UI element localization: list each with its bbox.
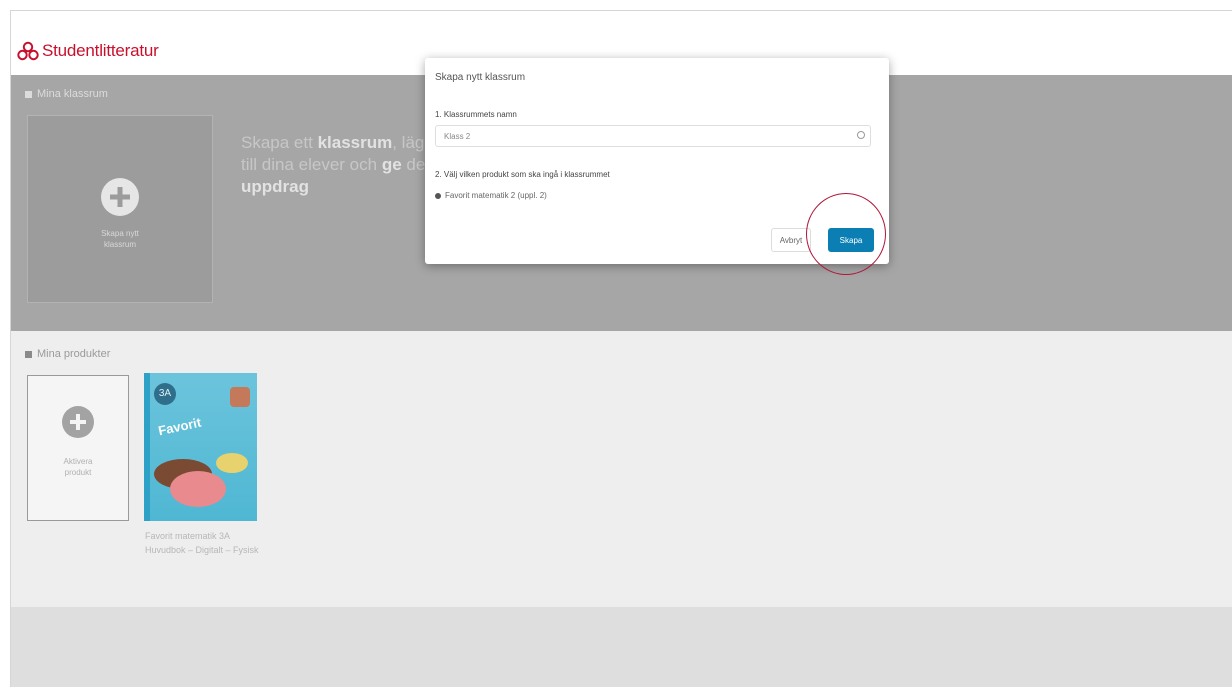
input-status-icon [857, 131, 865, 139]
classrooms-label-text: Mina klassrum [37, 88, 108, 100]
book-illustration-cheese [216, 453, 248, 473]
dialog-title: Skapa nytt klassrum [435, 72, 526, 83]
activate-product-caption: Aktivera produkt [28, 456, 128, 478]
activate-caption-line1: Aktivera [63, 457, 93, 466]
footer-area [11, 607, 1232, 687]
hero-bold-2: ge [381, 155, 402, 174]
highlight-circle-annotation [806, 193, 886, 275]
create-classroom-caption: Skapa nytt klassrum [28, 228, 212, 250]
plus-circle-icon [62, 406, 94, 438]
create-classroom-card[interactable]: Skapa nytt klassrum [27, 115, 213, 303]
create-classroom-caption-line2: klassrum [103, 240, 136, 249]
logo-text: Studentlitteratur [42, 41, 159, 60]
products-section: Mina produkter Aktivera produkt 3A Favor… [11, 331, 1232, 607]
hero-text-1: Skapa ett [241, 133, 318, 152]
book-grade-badge: 3A [154, 383, 176, 405]
product-book-caption[interactable]: Favorit matematik 3A Huvudbok – Digitalt… [145, 529, 265, 557]
product-select-label: 2. Välj vilken produkt som ska ingå i kl… [435, 170, 610, 179]
section-bullet-icon [25, 90, 32, 98]
section-bullet-icon [25, 350, 32, 358]
activate-caption-line2: produkt [64, 468, 92, 477]
products-section-label: Mina produkter [25, 348, 110, 360]
activate-product-card[interactable]: Aktivera produkt [27, 375, 129, 521]
plus-circle-icon [101, 178, 139, 216]
logo[interactable]: Studentlitteratur [17, 41, 159, 61]
classrooms-intro-text: Skapa ett klassrum, lägg till dina eleve… [241, 132, 441, 198]
studentlitteratur-logo-icon [17, 41, 39, 61]
radio-selected-icon[interactable] [435, 192, 441, 199]
products-label-text: Mina produkter [37, 348, 111, 360]
classrooms-section-label: Mina klassrum [25, 88, 108, 100]
product-book-cover[interactable]: 3A Favorit [144, 373, 257, 521]
book-cover-title: Favorit [156, 414, 203, 439]
cancel-button[interactable]: Avbryt [771, 228, 811, 252]
product-option-label: Favorit matematik 2 (uppl. 2) [445, 191, 547, 200]
book-illustration-melon [170, 471, 226, 507]
create-classroom-caption-line1: Skapa nytt [101, 229, 139, 238]
book-spine [144, 373, 150, 521]
classroom-name-input[interactable] [435, 125, 871, 147]
classroom-name-label: 1. Klassrummets namn [435, 110, 517, 119]
book-illustration-icon [230, 387, 250, 407]
hero-bold-3: uppdrag [241, 177, 309, 196]
product-option-row[interactable]: Favorit matematik 2 (uppl. 2) [435, 191, 547, 200]
hero-bold-1: klassrum [317, 133, 393, 152]
